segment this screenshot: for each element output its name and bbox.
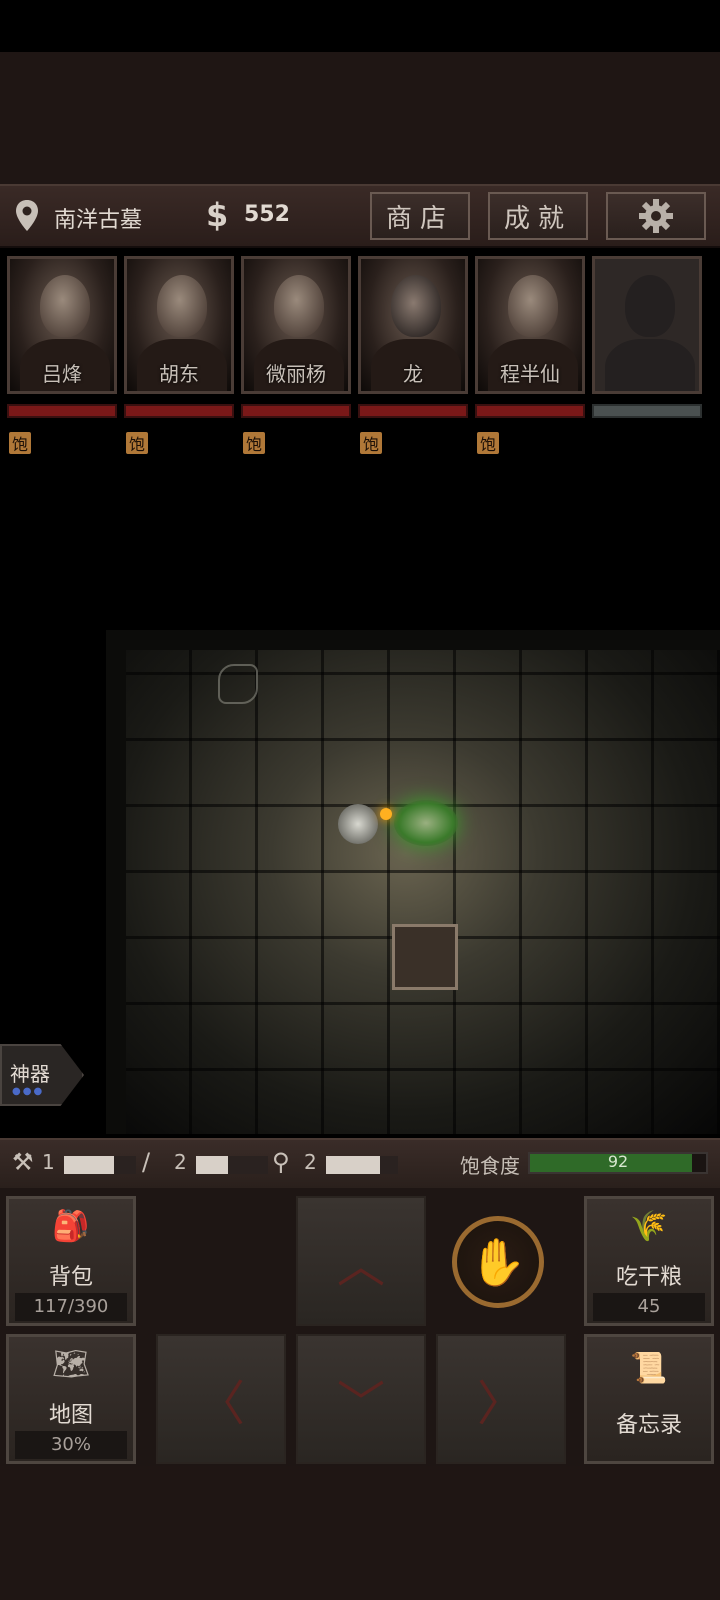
status-badge: 饱 (126, 432, 148, 454)
status-badge: 饱 (360, 432, 382, 454)
top-system-bar (0, 0, 720, 52)
tool-count: 2 (174, 1150, 187, 1174)
map-progress: 30% (15, 1431, 127, 1459)
torch-light-icon (380, 808, 392, 820)
backpack-capacity: 117/390 (15, 1293, 127, 1321)
interact-hand-button[interactable]: ✋ (452, 1216, 544, 1308)
gear-icon (639, 199, 673, 233)
artifact-charges: ●●● (12, 1086, 45, 1097)
hp-bar (475, 404, 585, 418)
party-member-4[interactable]: 龙 (358, 256, 468, 394)
achievements-button[interactable]: 成就 (488, 192, 588, 240)
party-member-5[interactable]: 程半仙 (475, 256, 585, 394)
map-button[interactable]: 🗺 地图 30% (6, 1334, 136, 1464)
money-count: 552 (244, 202, 290, 227)
shop-button[interactable]: 商店 (370, 192, 470, 240)
hunger-value: 92 (607, 1152, 629, 1171)
hunger-label: 饱食度 (460, 1154, 520, 1178)
eat-rations-button[interactable]: 🌾 吃干粮 45 (584, 1196, 714, 1326)
hp-bar (358, 404, 468, 418)
chevron-left-icon: 〈 (196, 1376, 245, 1432)
dollar-icon: $ (206, 196, 229, 234)
chevron-up-icon: ︿ (336, 1238, 385, 1294)
backpack-button[interactable]: 🎒 背包 117/390 (6, 1196, 136, 1326)
member-name: 微丽杨 (266, 362, 326, 386)
hp-bar (7, 404, 117, 418)
member-name: 程半仙 (500, 362, 560, 386)
location-pin-icon (16, 200, 38, 231)
crate-tile[interactable] (392, 924, 458, 990)
backpack-icon: 🎒 (52, 1209, 90, 1244)
status-badge: 饱 (243, 432, 265, 454)
bottom-margin (0, 1466, 720, 1600)
rope-hook-icon: ∕ (142, 1148, 151, 1176)
map-label: 地图 (48, 1403, 93, 1428)
party-member-3[interactable]: 微丽杨 (241, 256, 351, 394)
tool-count: 1 (42, 1150, 55, 1174)
pickaxe-icon: ⚒ (12, 1148, 34, 1176)
location-name: 南洋古墓 (54, 208, 143, 233)
move-up-button[interactable]: ︿ (296, 1196, 426, 1326)
eat-rations-label: 吃干粮 (615, 1265, 682, 1290)
artifact-label: 神器 (10, 1062, 50, 1086)
member-name: 吕烽 (42, 362, 82, 386)
backpack-label: 背包 (48, 1265, 93, 1290)
map-icon: 🗺 (51, 1347, 91, 1382)
rations-count: 45 (593, 1293, 705, 1321)
hp-bar (241, 404, 351, 418)
move-right-button[interactable]: 〉 (436, 1334, 566, 1464)
move-down-button[interactable]: ﹀ (296, 1334, 426, 1464)
move-left-button[interactable]: 〈 (156, 1334, 286, 1464)
hand-icon: ✋ (469, 1234, 527, 1289)
top-margin (0, 52, 720, 184)
status-badge: 饱 (477, 432, 499, 454)
memo-label: 备忘录 (615, 1413, 682, 1438)
member-name: 胡东 (159, 362, 199, 386)
green-ghost-icon[interactable] (394, 800, 458, 846)
memo-button[interactable]: 📜 备忘录 (584, 1334, 714, 1464)
empty-party-slot (592, 256, 702, 394)
status-badge: 饱 (9, 432, 31, 454)
chevron-down-icon: ﹀ (336, 1376, 385, 1432)
tool-durability-bar (326, 1156, 398, 1174)
player-character-icon (338, 804, 378, 844)
tool-durability-bar (64, 1156, 136, 1174)
empty-hp-bar (592, 404, 702, 418)
chevron-right-icon: 〉 (476, 1376, 525, 1432)
party-member-1[interactable]: 吕烽 (7, 256, 117, 394)
tool-durability-bar (196, 1156, 268, 1174)
skeleton-remains-icon[interactable] (218, 664, 258, 704)
notebook-icon: 📜 (630, 1351, 668, 1386)
member-name: 龙 (403, 362, 423, 386)
shovel-icon: ⚲ (272, 1148, 290, 1176)
header-bar: 南洋古墓 $ 552 商店 成就 (0, 184, 720, 248)
hp-bar (124, 404, 234, 418)
ration-sack-icon: 🌾 (630, 1209, 668, 1244)
settings-button[interactable] (606, 192, 706, 240)
party-member-2[interactable]: 胡东 (124, 256, 234, 394)
dungeon-floor[interactable] (126, 650, 720, 1134)
tool-count: 2 (304, 1150, 317, 1174)
